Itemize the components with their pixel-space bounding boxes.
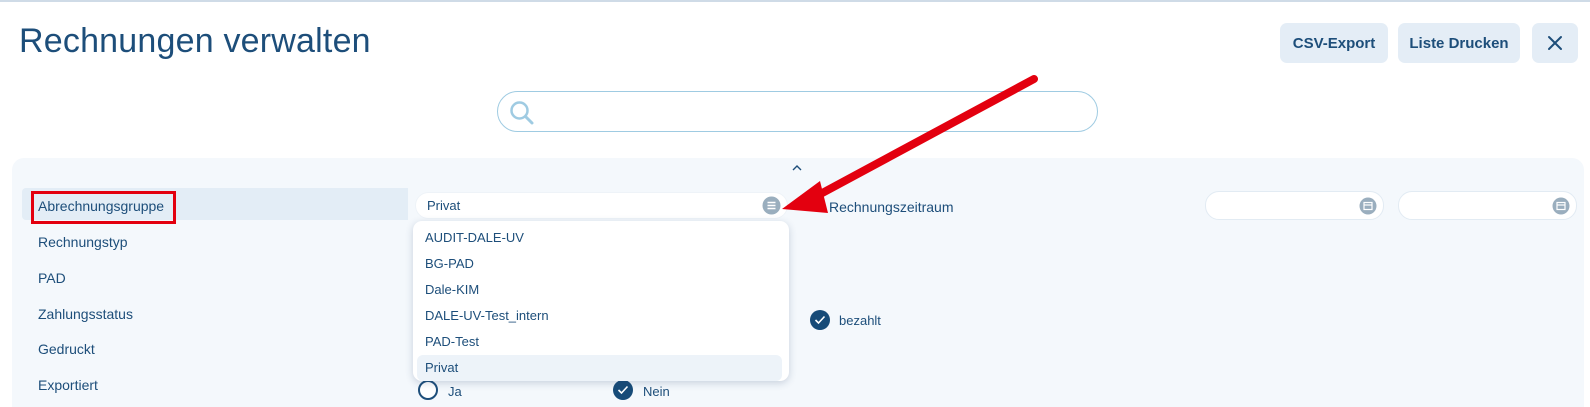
payment-status-label: Zahlungsstatus [38, 306, 133, 322]
invoice-period-to-input[interactable] [1398, 191, 1577, 220]
dropdown-option-selected[interactable]: Privat [417, 355, 782, 381]
invoice-period-label: Rechnungszeitraum [829, 199, 954, 215]
billing-group-selected-value: Privat [427, 198, 461, 213]
payment-status-paid-checkbox[interactable] [810, 310, 830, 330]
invoice-period-from-input[interactable] [1205, 191, 1384, 220]
dropdown-option[interactable]: BG-PAD [413, 251, 789, 277]
top-divider [0, 0, 1590, 2]
annotation-highlight-box [31, 191, 176, 224]
close-button[interactable] [1532, 23, 1578, 63]
calendar-icon[interactable] [1359, 197, 1377, 215]
search-field[interactable] [497, 91, 1098, 132]
csv-export-button[interactable]: CSV-Export [1280, 23, 1388, 63]
dropdown-option[interactable]: AUDIT-DALE-UV [413, 225, 789, 251]
exported-yes-radio[interactable] [418, 380, 438, 400]
billing-group-select[interactable]: Privat [415, 192, 788, 219]
search-icon [510, 101, 534, 125]
printed-label: Gedruckt [38, 341, 95, 357]
close-icon [1548, 36, 1562, 50]
exported-label: Exportiert [38, 377, 98, 393]
invoice-management-page: Rechnungen verwalten CSV-Export Liste Dr… [0, 0, 1590, 407]
chevron-up-icon[interactable] [791, 164, 803, 172]
page-title: Rechnungen verwalten [19, 22, 371, 60]
invoice-type-label: Rechnungstyp [38, 234, 128, 250]
exported-no-radio[interactable] [613, 380, 633, 400]
check-icon [617, 385, 629, 395]
list-icon[interactable] [762, 196, 781, 215]
dropdown-option[interactable]: PAD-Test [413, 329, 789, 355]
print-list-button[interactable]: Liste Drucken [1398, 23, 1520, 63]
calendar-icon[interactable] [1552, 197, 1570, 215]
billing-group-dropdown: AUDIT-DALE-UV BG-PAD Dale-KIM DALE-UV-Te… [413, 221, 789, 381]
dropdown-option[interactable]: DALE-UV-Test_intern [413, 303, 789, 329]
pad-label: PAD [38, 270, 66, 286]
dropdown-option[interactable]: Dale-KIM [413, 277, 789, 303]
check-icon [814, 315, 826, 325]
exported-yes-label: Ja [448, 384, 462, 399]
payment-status-paid-label: bezahlt [839, 313, 881, 328]
exported-no-label: Nein [643, 384, 670, 399]
